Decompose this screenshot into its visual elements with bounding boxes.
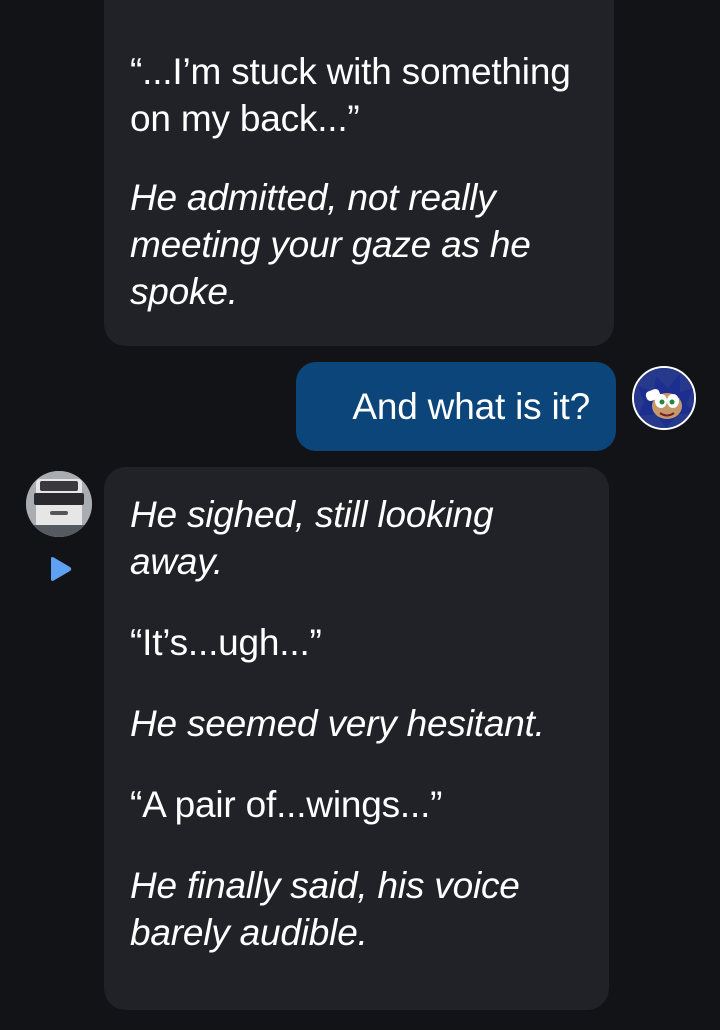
message-paragraph: “A pair of...wings...” <box>130 784 443 825</box>
user-avatar-image <box>634 368 694 428</box>
character-avatar-image <box>26 471 92 537</box>
play-triangle-icon[interactable] <box>46 555 74 583</box>
message-paragraph: He sighed, still looking away. <box>130 494 494 582</box>
character-message-bubble: He sighed, still looking away. “It’s...u… <box>104 467 609 1010</box>
user-message-text: And what is it? <box>352 385 590 427</box>
message-paragraph: He finally said, his voice barely audibl… <box>130 865 520 953</box>
user-avatar[interactable] <box>632 366 696 430</box>
character-avatar[interactable] <box>26 471 92 537</box>
message-paragraph: “...I’m stuck with something on my back.… <box>130 51 571 139</box>
message-paragraph: He seemed very hesitant. <box>130 703 545 744</box>
character-message-bubble: “...I’m stuck with something on my back.… <box>104 0 614 346</box>
message-paragraph: He admitted, not really meeting your gaz… <box>130 177 531 312</box>
user-message-bubble: And what is it? <box>296 362 616 451</box>
message-paragraph: “It’s...ugh...” <box>130 622 322 663</box>
